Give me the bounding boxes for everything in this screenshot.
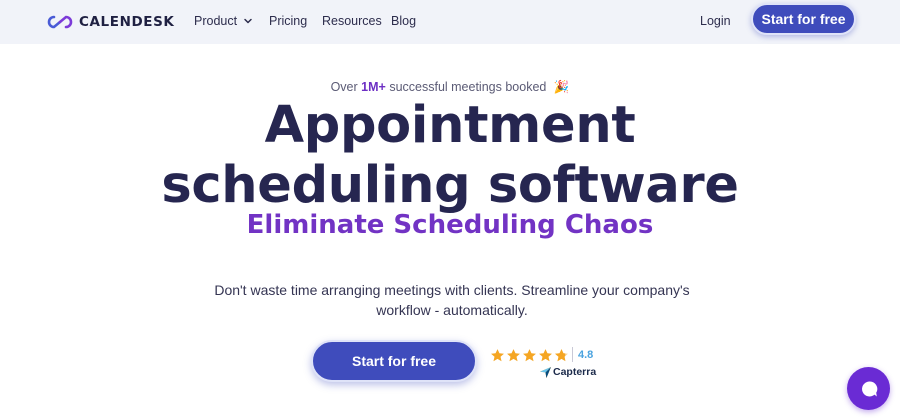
nav-item-blog[interactable]: Blog [391,14,416,28]
nav-item-product[interactable]: Product [194,14,253,28]
star-icon [523,349,536,362]
infinity-logo-icon [47,15,73,29]
chevron-down-icon [244,18,252,24]
capterra-logo: Capterra [540,366,596,378]
logo[interactable]: CALENDESK [47,12,175,32]
logo-text: CALENDESK [79,14,175,30]
top-nav: CALENDESK Product Pricing Resources Blog… [0,0,900,44]
party-popper-icon: 🎉 [553,80,570,94]
capterra-arrow-icon [540,366,551,378]
nav-item-label: Product [194,14,238,28]
capterra-text: Capterra [553,366,597,378]
tagline-prefix: Over [330,80,358,94]
nav-item-pricing[interactable]: Pricing [269,14,307,28]
star-icon [539,349,552,362]
start-free-nav-button[interactable]: Start for free [751,3,856,35]
chat-bubble-icon [861,380,877,396]
tagline: Over 1M+ successful meetings booked 🎉 [0,80,900,95]
capterra-rating[interactable]: 4.8 Capterra [490,346,610,382]
tagline-suffix: successful meetings booked [389,80,547,94]
star-icon [491,349,504,362]
hero-title-line2: scheduling software [161,156,739,215]
hero-title-line1: Appointment [264,96,636,155]
chat-widget-button[interactable] [847,367,890,410]
hero-description: Don't waste time arranging meetings with… [214,282,690,318]
nav-item-resources[interactable]: Resources [322,14,382,28]
star-half-icon [555,349,568,362]
hero-subtitle: Eliminate Scheduling Chaos [246,210,654,240]
rating-value: 4.8 [578,349,594,361]
star-icon [507,349,520,362]
rating-divider [572,347,573,362]
login-link[interactable]: Login [700,14,731,28]
tagline-count: 1M+ [361,80,386,94]
rating-stars [490,348,569,363]
start-free-hero-button[interactable]: Start for free [311,340,477,382]
